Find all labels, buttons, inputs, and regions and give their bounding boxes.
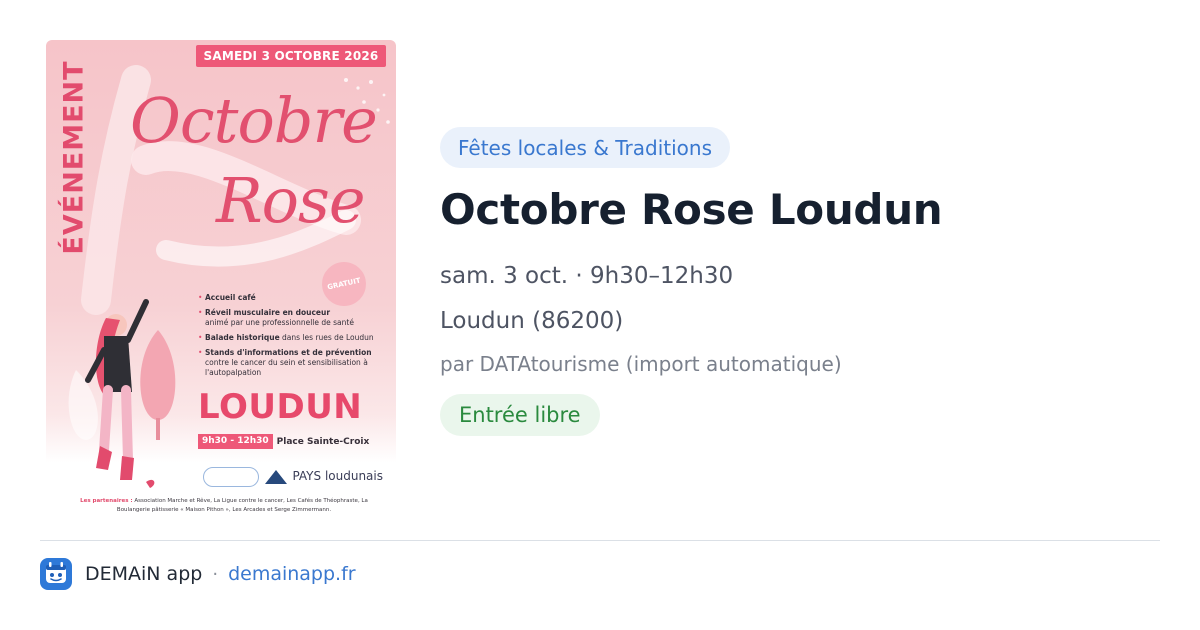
event-location: Loudun (86200) <box>440 308 624 334</box>
poster-time: 9h30 - 12h30 <box>198 434 273 449</box>
price-badge: Entrée libre <box>440 394 600 436</box>
poster-activity: Accueil café <box>198 293 383 303</box>
poster-activities-list: Accueil café Réveil musculaire en douceu… <box>198 293 383 383</box>
partner-logo-pays-loudunais: PAYS loudunais <box>292 469 383 484</box>
footer-divider <box>40 540 1160 541</box>
poster-title-line1: Octobre <box>130 84 378 157</box>
poster-activity: Balade historique dans les rues de Loudu… <box>198 333 383 343</box>
app-name: DEMAiN app <box>85 563 203 585</box>
app-website-link[interactable]: demainapp.fr <box>228 563 356 585</box>
event-poster-image: ÉVÉNEMENT SAMEDI 3 OCTOBRE 2026 Octobre … <box>46 40 396 520</box>
poster-activity: Stands d'informations et de prévention c… <box>198 348 383 378</box>
demain-app-icon <box>40 558 72 590</box>
poster-title-line2: Rose <box>216 164 366 237</box>
partner-logo <box>203 467 259 487</box>
category-badge: Fêtes locales & Traditions <box>440 127 731 168</box>
event-source: par DATAtourisme (import automatique) <box>440 352 842 376</box>
poster-vertical-label: ÉVÉNEMENT <box>58 59 90 255</box>
event-datetime: sam. 3 oct. · 9h30–12h30 <box>440 263 734 289</box>
poster-city: LOUDUN <box>198 387 363 427</box>
partner-logo <box>264 470 287 484</box>
poster-partner-logos: PAYS loudunais <box>203 462 383 492</box>
poster-date-banner: SAMEDI 3 OCTOBRE 2026 <box>196 45 386 67</box>
poster-time-row: 9h30 - 12h30 Place Sainte-Croix <box>198 434 369 449</box>
poster-place: Place Sainte-Croix <box>276 436 370 447</box>
event-title: Octobre Rose Loudun <box>440 185 943 234</box>
poster-activity: Réveil musculaire en douceur animé par u… <box>198 308 383 328</box>
footer-separator: · <box>212 563 219 585</box>
poster-partners: Les partenaires : Association Marche et … <box>80 498 368 513</box>
footer: DEMAiN app · demainapp.fr <box>40 558 356 590</box>
